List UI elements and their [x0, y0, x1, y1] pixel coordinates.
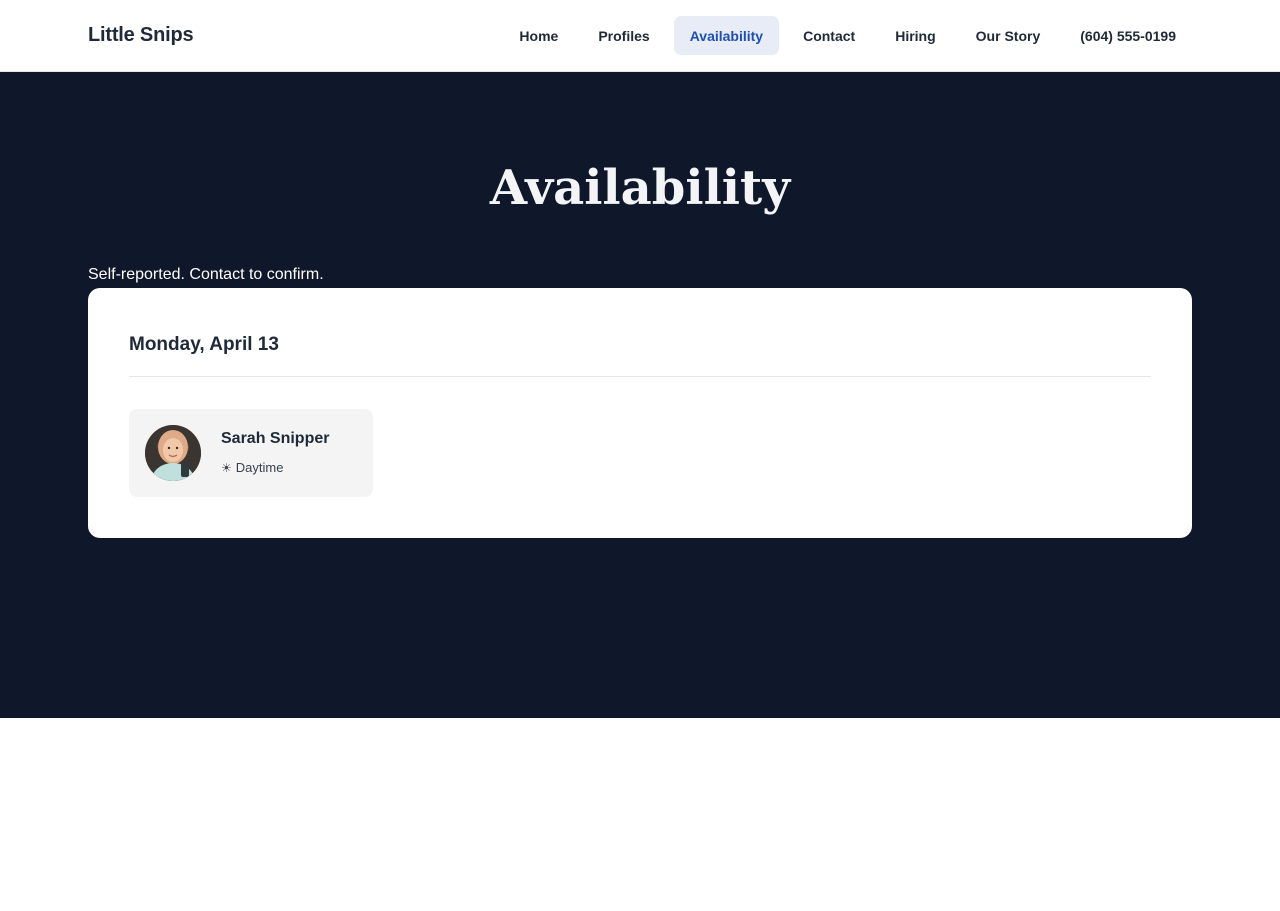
nav-profiles[interactable]: Profiles	[582, 16, 665, 55]
page-title: Availability	[489, 160, 791, 216]
day-divider	[129, 376, 1151, 377]
day-heading: Monday, April 13	[129, 334, 279, 355]
nav-our-story[interactable]: Our Story	[960, 16, 1057, 55]
avatar-photo	[145, 425, 201, 481]
nav-availability[interactable]: Availability	[673, 16, 780, 55]
shift-label: ☀ Daytime	[221, 460, 283, 476]
shift-text: Daytime	[235, 460, 284, 475]
nav-phone[interactable]: (604) 555-0199	[1064, 16, 1192, 55]
nav-contact[interactable]: Contact	[787, 16, 871, 55]
availability-section: Availability Self-reported. Contact to c…	[0, 72, 1280, 718]
day-card: Monday, April 13 Sarah Snipper ☀ Daytime	[88, 288, 1192, 538]
availability-disclaimer: Self-reported. Contact to confirm.	[88, 266, 324, 283]
site-header: Little Snips Home Profiles Availability …	[0, 0, 1280, 72]
nav-home[interactable]: Home	[503, 16, 574, 55]
stylist-name: Sarah Snipper	[221, 430, 330, 447]
main-nav: Home Profiles Availability Contact Hirin…	[503, 16, 1192, 55]
avatar	[145, 425, 201, 481]
nav-hiring[interactable]: Hiring	[879, 16, 951, 55]
sun-icon: ☀	[221, 461, 232, 475]
stylist-card[interactable]: Sarah Snipper ☀ Daytime	[129, 409, 373, 497]
brand-logo[interactable]: Little Snips	[88, 22, 194, 48]
